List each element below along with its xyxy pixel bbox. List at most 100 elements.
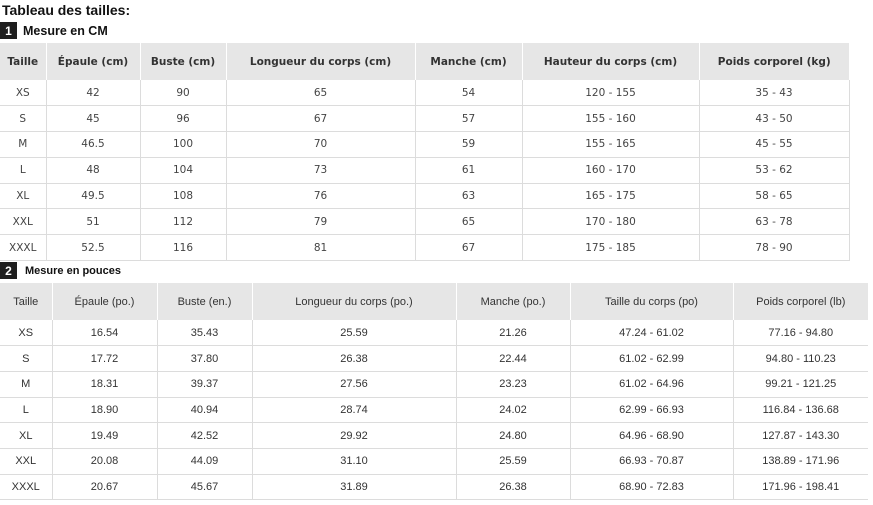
column-header: Poids corporel (lb)	[733, 283, 868, 320]
table-cell: 127.87 - 143.30	[733, 422, 868, 449]
table-cell: 90	[140, 80, 227, 107]
table-cell: 42	[46, 80, 141, 107]
column-header: Hauteur du corps (cm)	[522, 43, 700, 80]
table-cell: 40.94	[157, 397, 253, 424]
table-cell: 100	[140, 131, 227, 158]
table-cell: 45 - 55	[699, 131, 850, 158]
table-cell: 99.21 - 121.25	[733, 371, 868, 398]
table-cell: 37.80	[157, 345, 253, 372]
table-cell: 43 - 50	[699, 105, 850, 133]
table-header-row: Taille Épaule (po.) Buste (en.) Longueur…	[0, 283, 868, 320]
table-row: S 45 96 67 57 155 - 160 43 - 50	[0, 105, 850, 133]
table-cell: 26.38	[456, 474, 571, 501]
table-cell: 65	[226, 80, 416, 107]
table-cell: 63	[415, 183, 523, 210]
table-cell: 48	[46, 157, 141, 184]
column-header: Poids corporel (kg)	[699, 43, 849, 80]
table-row: XS 16.54 35.43 25.59 21.26 47.24 - 61.02 77.16…	[0, 320, 868, 347]
table-cell: 45	[46, 105, 141, 133]
table-cell: L	[0, 157, 47, 184]
section-heading-inches: 2 Mesure en pouces	[0, 262, 121, 279]
table-row: XS 42 90 65 54 120 - 155 35 - 43	[0, 80, 850, 107]
table-cell: 47.24 - 61.02	[570, 320, 734, 347]
table-cell: XXL	[0, 448, 53, 475]
table-cell: 63 - 78	[699, 208, 850, 236]
table-row: M 18.31 39.37 27.56 23.23 61.02 - 64.96 99.21 …	[0, 371, 868, 398]
table-cell: 42.52	[157, 422, 253, 449]
table-cell: 171.96 - 198.41	[733, 474, 868, 501]
table-cell: 27.56	[252, 371, 457, 398]
table-row: S 17.72 37.80 26.38 22.44 61.02 - 62.99 94.80 …	[0, 345, 868, 372]
table-row: M 46.5 100 70 59 155 - 165 45 - 55	[0, 131, 850, 158]
table-cell: 61	[415, 157, 523, 184]
column-header: Taille	[0, 43, 47, 80]
table-cell: 155 - 160	[522, 105, 700, 133]
column-header: Épaule (po.)	[52, 283, 158, 320]
page-title: Tableau des tailles:	[2, 2, 131, 18]
column-header: Taille du corps (po)	[570, 283, 734, 320]
table-cell: 104	[140, 157, 227, 184]
table-cell: XL	[0, 183, 47, 210]
table-cell: 18.90	[52, 397, 158, 424]
table-cell: 21.26	[456, 320, 571, 347]
table-cell: L	[0, 397, 53, 424]
table-cell: 67	[226, 105, 416, 133]
column-header: Épaule (cm)	[46, 43, 141, 80]
column-header: Buste (cm)	[140, 43, 227, 80]
table-cell: 61.02 - 64.96	[570, 371, 734, 398]
table-cell: 116	[140, 234, 227, 262]
table-cell: 25.59	[456, 448, 571, 475]
table-cell: XS	[0, 80, 47, 107]
section-number-badge: 1	[0, 22, 17, 39]
table-row: XXXL 52.5 116 81 67 175 - 185 78 - 90	[0, 234, 850, 262]
table-cell: 54	[415, 80, 523, 107]
table-cell: 175 - 185	[522, 234, 700, 262]
table-cell: XXXL	[0, 234, 47, 262]
table-cell: 67	[415, 234, 523, 262]
size-table-cm: Taille Épaule (cm) Buste (cm) Longueur d…	[0, 43, 850, 262]
table-cell: 78 - 90	[699, 234, 850, 262]
table-cell: 31.10	[252, 448, 457, 475]
table-cell: M	[0, 371, 53, 398]
table-cell: 68.90 - 72.83	[570, 474, 734, 501]
column-header: Manche (cm)	[415, 43, 523, 80]
table-cell: 35.43	[157, 320, 253, 347]
table-cell: 66.93 - 70.87	[570, 448, 734, 475]
table-cell: 29.92	[252, 422, 457, 449]
table-cell: S	[0, 105, 47, 133]
column-header: Buste (en.)	[157, 283, 253, 320]
table-cell: 94.80 - 110.23	[733, 345, 868, 372]
table-cell: 160 - 170	[522, 157, 700, 184]
table-cell: 44.09	[157, 448, 253, 475]
table-cell: 39.37	[157, 371, 253, 398]
table-cell: 81	[226, 234, 416, 262]
table-cell: 138.89 - 171.96	[733, 448, 868, 475]
table-body: XS 16.54 35.43 25.59 21.26 47.24 - 61.02 77.16…	[0, 320, 868, 501]
table-cell: 59	[415, 131, 523, 158]
table-cell: 51	[46, 208, 141, 236]
table-cell: 58 - 65	[699, 183, 850, 210]
table-cell: 19.49	[52, 422, 158, 449]
table-cell: 96	[140, 105, 227, 133]
table-cell: 108	[140, 183, 227, 210]
table-cell: 170 - 180	[522, 208, 700, 236]
size-table-inches: Taille Épaule (po.) Buste (en.) Longueur…	[0, 283, 868, 501]
section-heading-cm: 1 Mesure en CM	[0, 22, 108, 39]
table-cell: 35 - 43	[699, 80, 850, 107]
table-row: XXL 51 112 79 65 170 - 180 63 - 78	[0, 208, 850, 236]
table-header-row: Taille Épaule (cm) Buste (cm) Longueur d…	[0, 43, 849, 80]
table-cell: 22.44	[456, 345, 571, 372]
table-cell: 26.38	[252, 345, 457, 372]
table-row: L 48 104 73 61 160 - 170 53 - 62	[0, 157, 850, 184]
table-cell: 70	[226, 131, 416, 158]
table-cell: S	[0, 345, 53, 372]
table-cell: 57	[415, 105, 523, 133]
table-cell: XXXL	[0, 474, 53, 501]
table-cell: 28.74	[252, 397, 457, 424]
table-cell: 53 - 62	[699, 157, 850, 184]
table-cell: 116.84 - 136.68	[733, 397, 868, 424]
section-number-badge: 2	[0, 262, 17, 279]
table-cell: 18.31	[52, 371, 158, 398]
table-cell: 20.67	[52, 474, 158, 501]
column-header: Manche (po.)	[456, 283, 571, 320]
